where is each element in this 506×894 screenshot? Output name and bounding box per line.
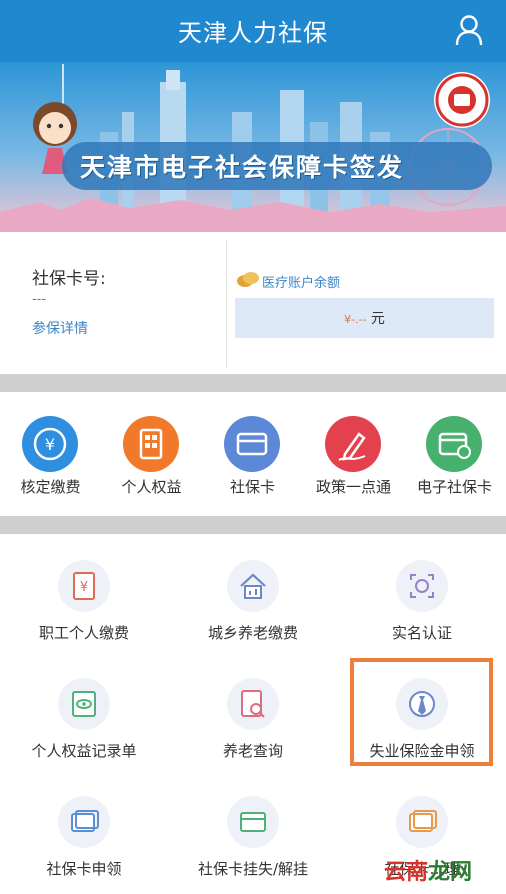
quick-item-label: 核定缴费: [20, 478, 81, 496]
quick-icon-bg: [123, 416, 179, 472]
app-title: 天津人力社保: [178, 19, 328, 47]
quick-menu: ¥ 核定缴费 个人权益 社保卡 政策一点通 电子社保卡: [0, 392, 506, 516]
quick-icon-bg: ¥: [22, 416, 78, 472]
quick-item-label: 个人权益: [121, 478, 182, 496]
service-icon-bg: [227, 796, 279, 848]
building-icon: [139, 428, 163, 460]
service-pension-query[interactable]: 养老查询: [169, 662, 337, 774]
quick-item-e-card[interactable]: 电子社保卡: [404, 406, 505, 506]
svg-text:¥: ¥: [45, 435, 55, 454]
yen-coin-icon: ¥: [33, 427, 67, 461]
coins-icon: [237, 272, 259, 287]
quick-item-label: 政策一点通: [315, 478, 391, 496]
card-icon: [236, 432, 268, 456]
service-icon-bg: ¥: [58, 560, 110, 612]
divider: [226, 240, 227, 368]
quick-icon-bg: [224, 416, 280, 472]
quick-item-fee-assessment[interactable]: ¥ 核定缴费: [0, 406, 101, 506]
highlight-frame: [350, 658, 493, 766]
social-security-card-seal: [434, 72, 490, 128]
card-info-panel: 社保卡号: --- 参保详情: [0, 232, 226, 374]
balance-amount: -.--: [351, 313, 367, 326]
payment-doc-icon: ¥: [73, 572, 95, 600]
app-screen: 天津人力社保 天津市电子社会保障卡签发 社保卡号: --- 参保详情 医疗账户余…: [0, 0, 506, 894]
card-manage-icon: [409, 810, 437, 832]
svg-text:¥: ¥: [80, 580, 88, 595]
quick-item-personal-rights[interactable]: 个人权益: [101, 406, 202, 506]
currency-symbol: ¥: [344, 313, 352, 326]
pen-icon: [338, 432, 366, 461]
service-icon-bg: [58, 796, 110, 848]
medical-balance-value: ¥-.-- 元: [235, 308, 494, 328]
service-icon-bg: [227, 678, 279, 730]
app-header: 天津人力社保: [0, 0, 506, 62]
watermark-part1: 云南: [384, 860, 429, 885]
quick-icon-bg: [426, 416, 482, 472]
service-icon-bg: [58, 678, 110, 730]
service-icon-bg: [227, 560, 279, 612]
site-watermark: 云南龙网: [384, 854, 472, 886]
card-apply-icon: [71, 810, 99, 832]
user-icon[interactable]: [454, 14, 484, 46]
quick-item-social-card[interactable]: 社保卡: [202, 406, 303, 506]
face-scan-icon: [410, 574, 434, 598]
eye-record-icon: [72, 691, 96, 717]
service-icon-bg: [396, 796, 448, 848]
quick-item-label: 社保卡: [229, 478, 275, 496]
account-summary: 社保卡号: --- 参保详情 医疗账户余额 ¥-.-- 元: [0, 232, 506, 374]
house-chart-icon: [240, 573, 266, 599]
card-lost-icon: [240, 812, 266, 832]
insurance-details-link[interactable]: 参保详情: [32, 318, 88, 338]
search-doc-icon: [241, 690, 265, 718]
service-label: 社保卡申领: [46, 860, 122, 878]
service-card-report-lost[interactable]: 社保卡挂失/解挂: [169, 780, 337, 892]
watermark-part2: 龙网: [428, 860, 473, 885]
quick-icon-bg: [325, 416, 381, 472]
service-staff-payment[interactable]: ¥ 职工个人缴费: [0, 544, 168, 656]
service-label: 社保卡挂失/解挂: [197, 860, 309, 878]
medical-balance-label: 医疗账户余额: [262, 276, 341, 291]
service-icon-bg: [396, 560, 448, 612]
medical-balance-box: ¥-.-- 元: [235, 298, 494, 338]
promo-banner[interactable]: 天津市电子社会保障卡签发: [0, 62, 506, 232]
card-number-value: ---: [32, 292, 47, 307]
service-label: 实名认证: [391, 624, 452, 642]
banner-slogan: 天津市电子社会保障卡签发: [80, 153, 405, 182]
card-number-label: 社保卡号:: [32, 269, 106, 289]
service-label: 城乡养老缴费: [207, 624, 298, 642]
quick-item-label: 电子社保卡: [416, 478, 492, 496]
section-separator: [0, 516, 506, 534]
service-urban-rural-pension[interactable]: 城乡养老缴费: [169, 544, 337, 656]
service-label: 个人权益记录单: [31, 742, 137, 760]
section-separator: [0, 374, 506, 392]
service-real-name-auth[interactable]: 实名认证: [338, 544, 506, 656]
services-grid: ¥ 职工个人缴费 城乡养老缴费 实名认证 个人权益记录单 养老查询 失业保险金申…: [0, 534, 506, 894]
service-label: 养老查询: [222, 742, 283, 760]
service-card-apply[interactable]: 社保卡申领: [0, 780, 168, 892]
service-rights-record[interactable]: 个人权益记录单: [0, 662, 168, 774]
balance-unit: 元: [370, 311, 385, 327]
e-card-icon: [438, 432, 471, 459]
quick-item-policy[interactable]: 政策一点通: [303, 406, 404, 506]
service-label: 职工个人缴费: [38, 624, 129, 642]
